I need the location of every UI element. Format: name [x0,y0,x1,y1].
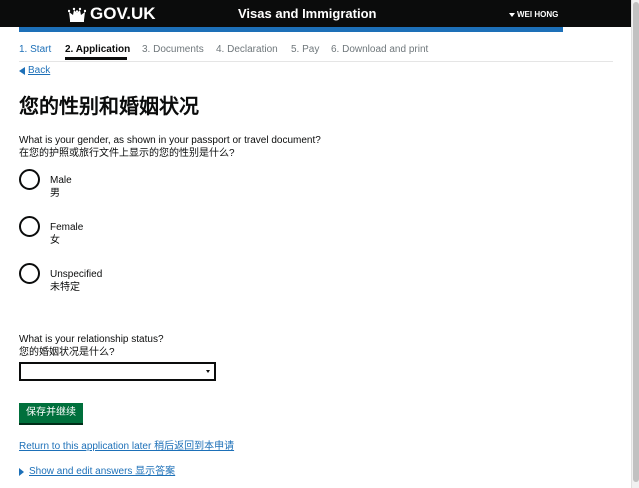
govuk-logo-link[interactable]: GOV.UK [68,4,156,24]
step-pay: 5. Pay [291,44,320,55]
option-label-zh: 女 [50,235,60,246]
step-documents: 3. Documents [142,44,204,55]
back-link-text: Back [28,65,51,76]
gender-option-label[interactable]: Male 男 [50,174,72,200]
gender-option-unspecified[interactable]: Unspecified 未特定 [19,263,199,297]
vertical-scrollbar[interactable] [631,0,639,488]
step-start[interactable]: 1. Start [19,42,51,58]
show-answers-text: Show and edit answers 显示答案 [29,466,176,477]
gender-option-female[interactable]: Female 女 [19,216,199,250]
gender-question-en: What is your gender, as shown in your pa… [19,135,321,146]
triangle-down-icon [509,12,515,17]
logo-text: GOV.UK [90,4,156,23]
current-step-indicator [65,57,127,60]
option-label-zh: 男 [50,188,60,199]
option-label-en: Unspecified [50,269,103,280]
header-accent-bar [19,27,563,32]
chevron-down-icon [206,370,210,373]
save-and-continue-button[interactable]: 保存并继续 [19,403,83,423]
scrollbar-thumb[interactable] [633,2,639,482]
gender-question: What is your gender, as shown in your pa… [19,134,321,160]
service-name[interactable]: Visas and Immigration [238,6,376,22]
site-header: GOV.UK Visas and Immigration WEI HONG [0,0,639,27]
option-label-zh: 未特定 [50,282,80,293]
back-link[interactable]: Back [19,64,50,78]
gender-question-zh: 在您的护照或旅行文件上显示的您的性别是什么? [19,148,235,159]
step-declaration: 4. Declaration [216,44,278,55]
crown-icon [68,7,86,22]
radio-button-unspecified[interactable] [19,263,40,284]
triangle-left-icon [19,67,25,75]
step-application: 2. Application [65,44,131,55]
radio-button-male[interactable] [19,169,40,190]
user-name: WEI HONG [517,10,559,19]
step-navigation: 1. Start 2. Application 3. Documents 4. … [19,40,613,62]
triangle-right-icon [19,468,24,476]
option-label-en: Female [50,222,84,233]
relationship-question: What is your relationship status? 您的婚姻状况… [19,333,164,359]
relationship-question-zh: 您的婚姻状况是什么? [19,347,115,358]
relationship-question-en: What is your relationship status? [19,334,164,345]
user-menu[interactable]: WEI HONG [509,9,558,20]
gender-option-label[interactable]: Female 女 [50,221,83,247]
step-download-print: 6. Download and print [331,44,429,55]
page-title: 您的性别和婚姻状况 [19,96,199,118]
relationship-status-select[interactable] [19,362,216,381]
return-later-link[interactable]: Return to this application later 稍后返回到本申… [19,440,234,454]
show-answers-link[interactable]: Show and edit answers 显示答案 [19,465,175,479]
gender-option-male[interactable]: Male 男 [19,169,199,203]
radio-button-female[interactable] [19,216,40,237]
gender-option-label[interactable]: Unspecified 未特定 [50,268,102,294]
option-label-en: Male [50,175,72,186]
